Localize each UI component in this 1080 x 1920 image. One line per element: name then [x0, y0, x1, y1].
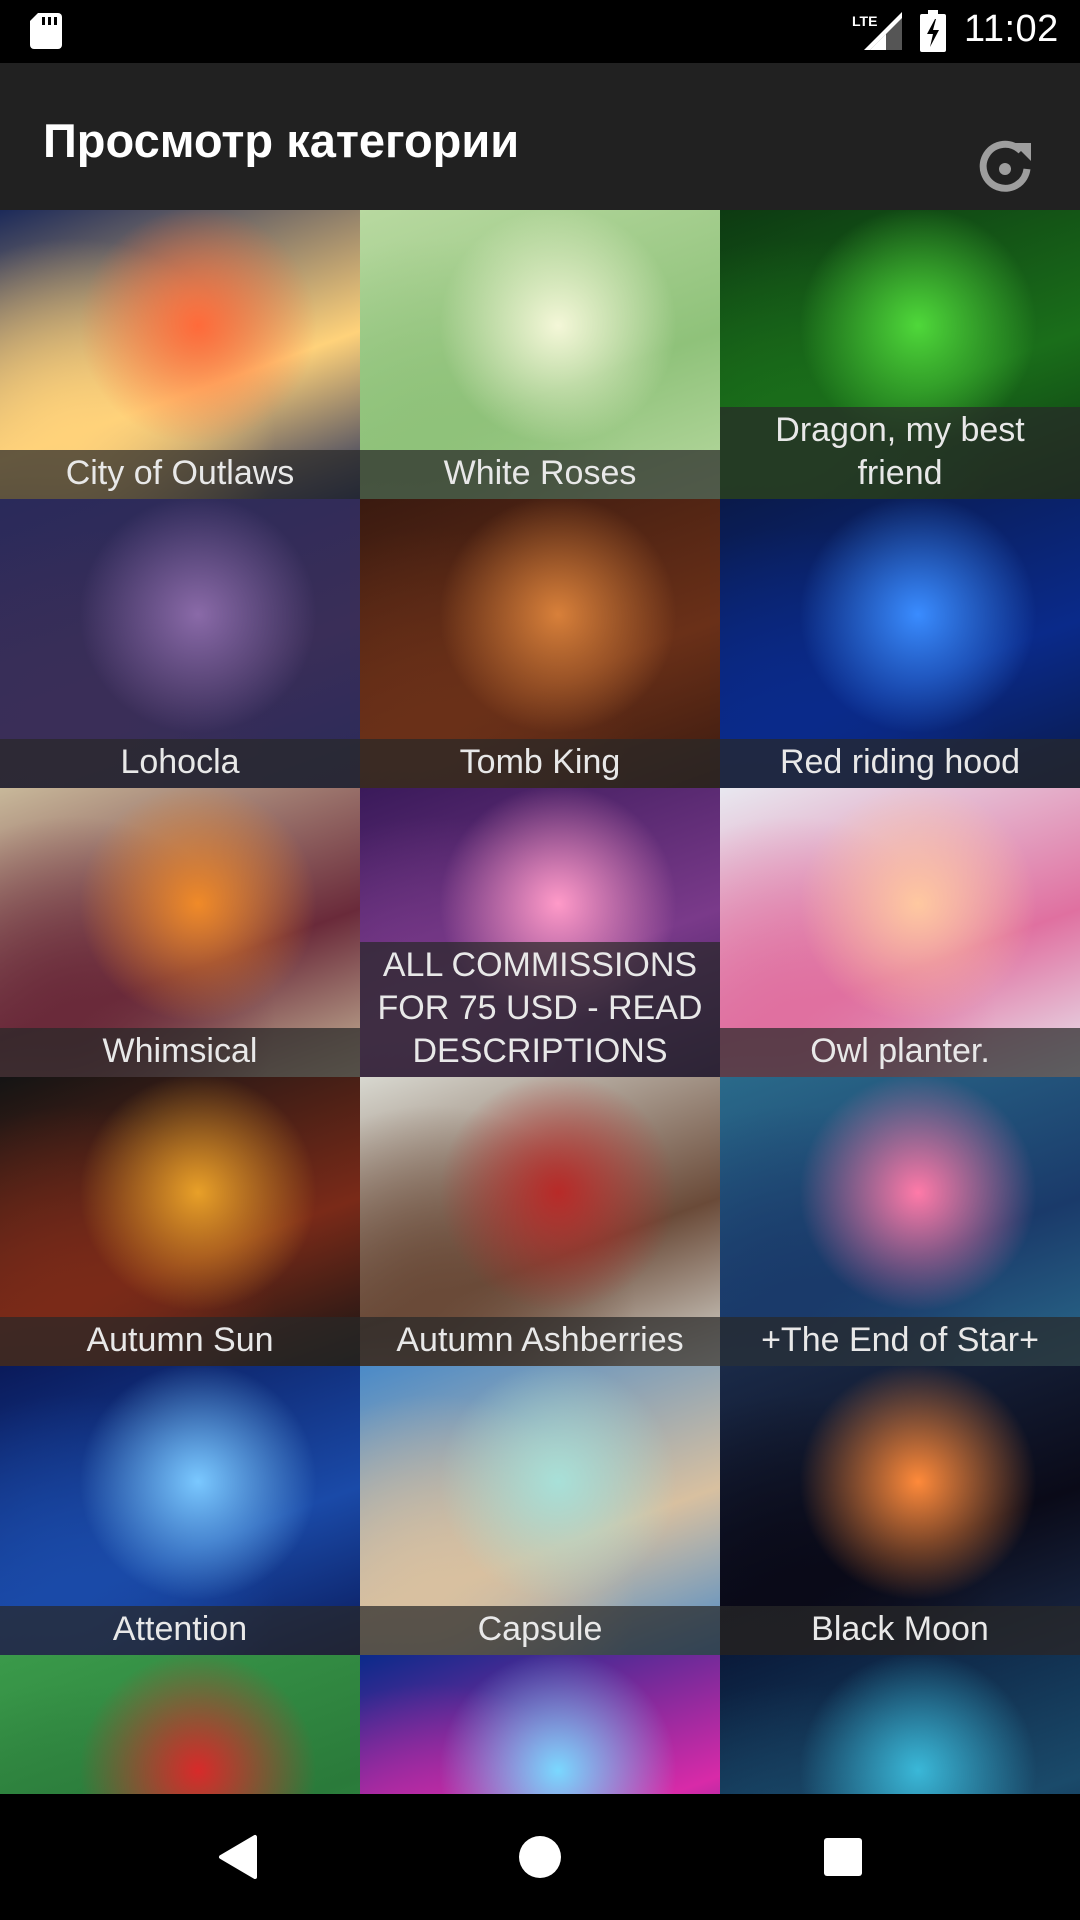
gallery-tile[interactable]: Dragon, my best friend	[720, 210, 1080, 499]
battery-charging-icon	[920, 10, 946, 52]
tile-caption: Whimsical	[0, 1028, 360, 1077]
gallery-tile[interactable]: City of Outlaws	[0, 210, 360, 499]
tile-caption: Capsule	[360, 1606, 720, 1655]
tile-caption: White Roses	[360, 450, 720, 499]
tile-caption: Lohocla	[0, 739, 360, 788]
home-icon	[519, 1836, 561, 1878]
gallery-tile[interactable]: Attention	[0, 1366, 360, 1655]
tile-caption: Autumn Ashberries	[360, 1317, 720, 1366]
back-icon	[219, 1835, 257, 1879]
home-button[interactable]	[480, 1794, 600, 1920]
gallery-tile[interactable]: Whimsical	[0, 788, 360, 1077]
gallery-tile[interactable]: Lohocla	[0, 499, 360, 788]
gallery-tile[interactable]: Black Moon	[720, 1366, 1080, 1655]
tile-caption: Attention	[0, 1606, 360, 1655]
tile-caption: Dragon, my best friend	[720, 407, 1080, 499]
tile-thumbnail	[720, 1655, 1080, 1794]
gallery-tile[interactable]: Red riding hood	[720, 499, 1080, 788]
gallery-tile[interactable]: White Roses	[360, 210, 720, 499]
tile-thumbnail	[360, 1655, 720, 1794]
tile-caption: +The End of Star+	[720, 1317, 1080, 1366]
gallery-tile[interactable]: Autumn Ashberries	[360, 1077, 720, 1366]
status-bar: LTE 11:02	[0, 0, 1080, 63]
gallery-tile[interactable]: Owl planter.	[720, 788, 1080, 1077]
navigation-bar	[0, 1794, 1080, 1920]
tile-caption: ALL COMMISSIONS FOR 75 USD - READ DESCRI…	[360, 942, 720, 1077]
app-bar: Просмотр категории	[0, 63, 1080, 210]
category-gallery: City of Outlaws White Roses Dragon, my bes…	[0, 210, 1080, 1794]
gallery-tile[interactable]: Autumn Sun	[0, 1077, 360, 1366]
tile-caption: Autumn Sun	[0, 1317, 360, 1366]
lte-label: LTE	[852, 13, 877, 29]
gallery-tile[interactable]	[360, 1655, 720, 1794]
gallery-tile[interactable]: ALL COMMISSIONS FOR 75 USD - READ DESCRI…	[360, 788, 720, 1077]
tile-caption: Tomb King	[360, 739, 720, 788]
recents-icon	[824, 1838, 862, 1876]
refresh-button[interactable]	[975, 135, 1035, 195]
tile-caption: Red riding hood	[720, 739, 1080, 788]
tile-caption: Owl planter.	[720, 1028, 1080, 1077]
status-time: 11:02	[964, 8, 1059, 50]
tile-thumbnail	[0, 1655, 360, 1794]
refresh-icon	[979, 140, 1031, 192]
sd-card-icon	[30, 13, 62, 49]
gallery-tile[interactable]: Tomb King	[360, 499, 720, 788]
tile-caption: City of Outlaws	[0, 450, 360, 499]
gallery-tile[interactable]	[720, 1655, 1080, 1794]
recents-button[interactable]	[784, 1794, 904, 1920]
gallery-tile[interactable]: +The End of Star+	[720, 1077, 1080, 1366]
tile-caption: Black Moon	[720, 1606, 1080, 1655]
gallery-tile[interactable]: Capsule	[360, 1366, 720, 1655]
gallery-tile[interactable]	[0, 1655, 360, 1794]
lte-signal-icon: LTE	[852, 12, 902, 50]
back-button[interactable]	[175, 1794, 295, 1920]
page-title: Просмотр категории	[43, 114, 520, 167]
